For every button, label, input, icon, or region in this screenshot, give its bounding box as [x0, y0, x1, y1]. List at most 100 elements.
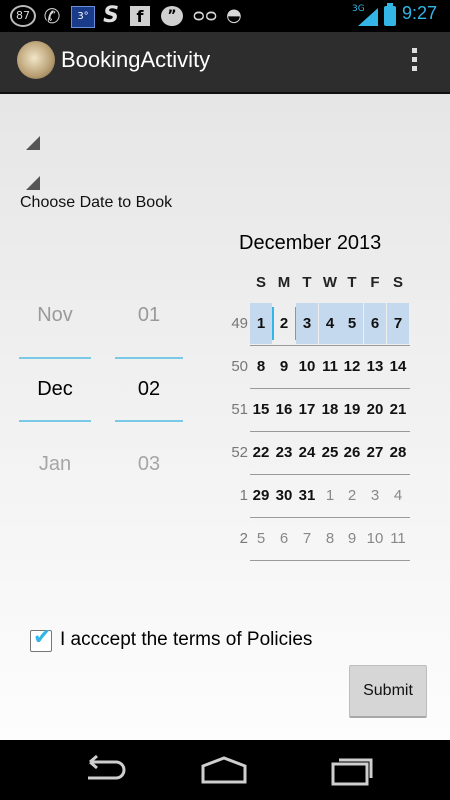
calendar-day[interactable]: 28: [387, 432, 409, 473]
calendar-day[interactable]: 4: [387, 475, 409, 516]
calendar-day[interactable]: 6: [273, 518, 295, 559]
spinner-dropdown-1[interactable]: [0, 130, 40, 150]
calendar-day[interactable]: 9: [273, 346, 295, 387]
calendar-day[interactable]: 7: [296, 518, 318, 559]
status-time: 9:27: [402, 3, 438, 23]
status-bar: 87 ✆ 3° S f ” ᴑᴑ ◓ 3G 9:27: [0, 0, 450, 32]
week-number: 50: [231, 358, 248, 375]
calendar-day[interactable]: 25: [319, 432, 341, 473]
calendar-day[interactable]: 2: [341, 475, 363, 516]
calendar-day[interactable]: 30: [273, 475, 295, 516]
android-icon: ◓: [226, 5, 242, 26]
weekday-label: T: [347, 274, 357, 291]
calendar-day[interactable]: 24: [296, 432, 318, 473]
calendar-day[interactable]: 14: [387, 346, 409, 387]
terms-checkbox[interactable]: ✔: [30, 625, 52, 652]
weekday-label: S: [255, 274, 266, 291]
overflow-menu-icon[interactable]: [407, 48, 421, 76]
month-next[interactable]: Jan: [19, 453, 91, 476]
calendar-day[interactable]: 27: [364, 432, 386, 473]
check-icon: ✔: [33, 625, 52, 650]
calendar-day[interactable]: 17: [296, 389, 318, 430]
calendar-week-row: 1 29 30 31 1 2 3 4: [226, 475, 416, 518]
facebook-icon: f: [130, 6, 150, 26]
calendar-week-row: 50 8 9 10 11 12 13 14: [226, 346, 416, 389]
day-next[interactable]: 03: [113, 453, 185, 476]
calendar-day[interactable]: 9: [341, 518, 363, 559]
picker-divider: [115, 357, 183, 359]
picker-divider: [19, 357, 91, 359]
calendar-day[interactable]: 20: [364, 389, 386, 430]
week-number: 51: [231, 401, 248, 418]
calendar-day[interactable]: 5: [341, 303, 363, 344]
calendar-day[interactable]: 6: [364, 303, 386, 344]
calendar-day[interactable]: 10: [364, 518, 386, 559]
app-icon[interactable]: [17, 41, 55, 79]
calendar-day[interactable]: 8: [319, 518, 341, 559]
picker-divider: [19, 420, 91, 422]
submit-button[interactable]: Submit: [349, 665, 427, 718]
calendar-day[interactable]: 4: [319, 303, 341, 344]
weekday-label: S: [392, 274, 403, 291]
calendar-day[interactable]: 29: [250, 475, 272, 516]
weekday-label: W: [322, 274, 338, 291]
calendar-week-row: 52 22 23 24 25 26 27 28: [226, 432, 416, 475]
day-current[interactable]: 02: [113, 378, 185, 401]
weekday-label: F: [370, 274, 380, 291]
calendar-day[interactable]: 5: [250, 518, 272, 559]
calendar-day[interactable]: 31: [296, 475, 318, 516]
calendar-day[interactable]: 26: [341, 432, 363, 473]
recent-apps-icon[interactable]: [327, 752, 377, 788]
calendar-day[interactable]: 22: [250, 432, 272, 473]
calendar-day[interactable]: 12: [341, 346, 363, 387]
calendar-day[interactable]: 3: [364, 475, 386, 516]
booking-form: Choose Date to Book Nov Dec Jan 01 02 03…: [0, 94, 450, 740]
calendar-day[interactable]: 2: [273, 303, 297, 344]
calendar-month-title: December 2013: [239, 232, 382, 254]
calendar-week-row: 49 1 2 3 4 5 6 7: [226, 303, 416, 346]
calendar-day[interactable]: 11: [319, 346, 341, 387]
calendar-day[interactable]: 3: [296, 303, 318, 344]
navigation-bar: [0, 740, 450, 800]
app-title: BookingActivity: [61, 47, 211, 72]
action-bar: BookingActivity: [0, 32, 450, 94]
week-number: 2: [239, 530, 248, 547]
calendar-weekday-header: SMTWTFS: [250, 274, 410, 294]
hangouts-icon: ”: [161, 6, 183, 26]
calendar-day[interactable]: 15: [250, 389, 272, 430]
week-number: 1: [239, 487, 248, 504]
calendar-day[interactable]: 7: [387, 303, 409, 344]
calendar-day[interactable]: 18: [319, 389, 341, 430]
calendar-day[interactable]: 1: [250, 303, 274, 344]
calendar-week-row: 2 5 6 7 8 9 10 11: [226, 518, 416, 561]
terms-label[interactable]: I acccept the terms of Policies: [60, 629, 312, 651]
calendar-day[interactable]: 19: [341, 389, 363, 430]
calendar-day[interactable]: 10: [296, 346, 318, 387]
month-current[interactable]: Dec: [19, 378, 91, 401]
home-icon[interactable]: [199, 752, 249, 788]
month-prev[interactable]: Nov: [19, 304, 91, 327]
calendar-day[interactable]: 8: [250, 346, 272, 387]
weather-icon: 3°: [71, 6, 95, 28]
signal-icon: [358, 8, 378, 26]
week-number: 49: [231, 315, 248, 332]
week-number: 52: [231, 444, 248, 461]
whatsapp-icon: ✆: [43, 4, 61, 28]
calendar-week-row: 51 15 16 17 18 19 20 21: [226, 389, 416, 432]
calendar-day[interactable]: 23: [273, 432, 295, 473]
day-prev[interactable]: 01: [113, 304, 185, 327]
notification-count-icon: 87: [10, 5, 36, 27]
battery-icon: [384, 3, 396, 26]
calendar-day[interactable]: 1: [319, 475, 341, 516]
calendar-day[interactable]: 11: [387, 518, 409, 559]
picker-divider: [115, 420, 183, 422]
calendar-day[interactable]: 21: [387, 389, 409, 430]
weekday-label: M: [277, 274, 291, 291]
calendar-day[interactable]: 16: [273, 389, 295, 430]
spinner-dropdown-2[interactable]: [0, 170, 40, 190]
voicemail-icon: ᴑᴑ: [192, 5, 218, 26]
weekday-label: T: [302, 274, 312, 291]
back-icon[interactable]: [76, 752, 126, 788]
week-divider: [250, 560, 410, 561]
calendar-day[interactable]: 13: [364, 346, 386, 387]
